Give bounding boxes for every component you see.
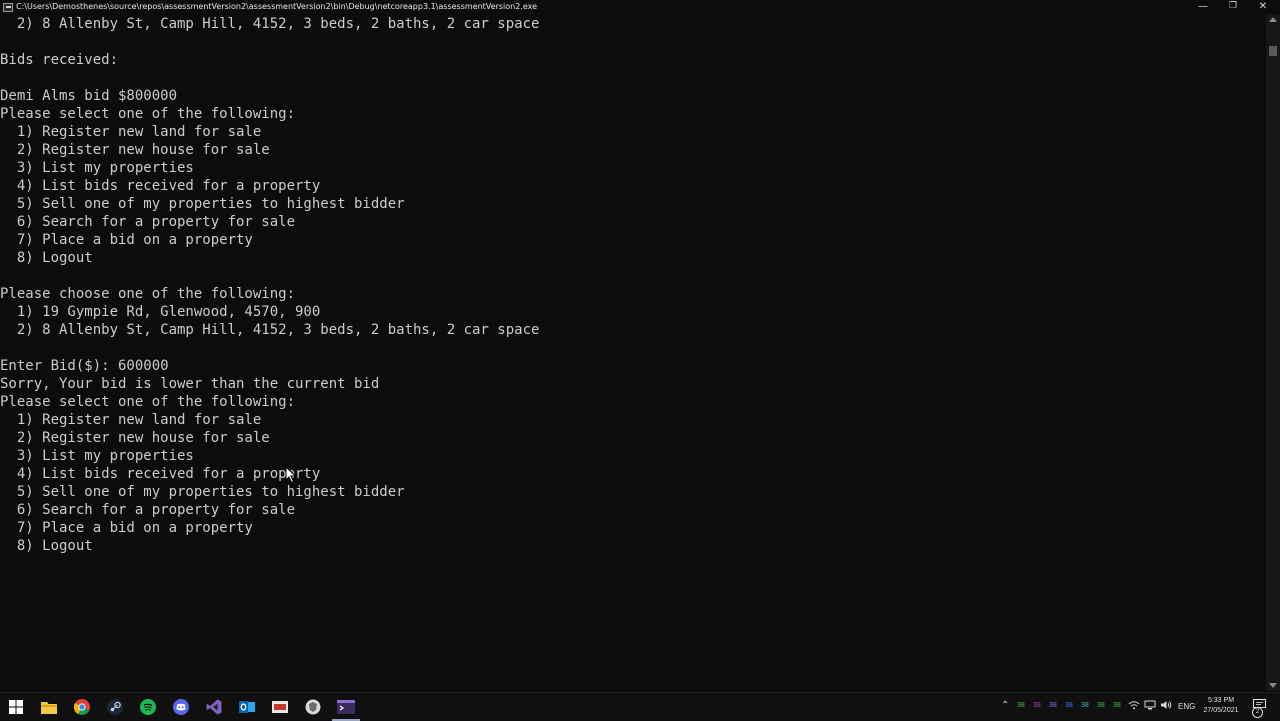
console-app-icon	[3, 2, 13, 12]
vertical-scrollbar[interactable]	[1266, 15, 1280, 691]
visual-studio-icon[interactable]	[204, 697, 224, 717]
console-line: Please select one of the following:	[0, 106, 296, 122]
console-line: 3) List my properties	[0, 448, 194, 464]
console-line: Please choose one of the following:	[0, 286, 296, 302]
maximize-button[interactable]: ❐	[1218, 0, 1248, 14]
console-line: Demi Alms bid $800000	[0, 88, 178, 104]
console-line: 1) Register new land for sale	[0, 124, 262, 140]
scrollbar-thumb[interactable]	[1269, 46, 1277, 56]
tray-counter-5[interactable]: 38	[1081, 702, 1089, 709]
network-icon[interactable]	[1144, 700, 1156, 714]
console-line: 8) Logout	[0, 250, 93, 266]
input-language[interactable]: ENG	[1178, 702, 1195, 711]
console-line: Enter Bid($): 600000	[0, 358, 169, 374]
terminal-app-icon[interactable]	[332, 697, 360, 721]
console-line: Bids received:	[0, 52, 119, 68]
minimize-button[interactable]: —	[1188, 0, 1218, 14]
volume-icon[interactable]	[1160, 700, 1172, 714]
console-line: Sorry, Your bid is lower than the curren…	[0, 376, 380, 392]
discord-icon[interactable]	[171, 697, 191, 717]
scroll-up-arrow-icon[interactable]	[1269, 17, 1277, 22]
console-line: 8) Logout	[0, 538, 93, 554]
console-line: 2) Register new house for sale	[0, 430, 270, 446]
window-title: C:\Users\Demosthenes\source\repos\assess…	[16, 2, 538, 11]
spotify-icon[interactable]	[138, 697, 158, 717]
console-line: 5) Sell one of my properties to highest …	[0, 196, 405, 212]
console-line: 1) 19 Gympie Rd, Glenwood, 4570, 900	[0, 304, 321, 320]
chrome-icon[interactable]	[72, 697, 92, 717]
tray-overflow-chevron-icon[interactable]: ⌃	[1001, 700, 1009, 712]
console-line: 7) Place a bid on a property	[0, 232, 253, 248]
wifi-icon[interactable]	[1128, 700, 1140, 714]
console-text: 2) 8 Allenby St, Camp Hill, 4152, 3 beds…	[0, 15, 1266, 555]
tray-counter-3[interactable]: 38	[1049, 702, 1057, 709]
console-line: 2) 8 Allenby St, Camp Hill, 4152, 3 beds…	[0, 322, 540, 338]
windows-start-icon[interactable]	[6, 697, 26, 717]
clock-time[interactable]: 5:33 PM	[1198, 696, 1244, 706]
console-line: 6) Search for a property for sale	[0, 502, 296, 518]
console-line: 7) Place a bid on a property	[0, 520, 253, 536]
notification-count-badge: 2	[1252, 707, 1263, 718]
tray-counter-2[interactable]: 38	[1033, 702, 1041, 709]
steam-icon[interactable]	[105, 697, 125, 717]
console-line: 4) List bids received for a property	[0, 178, 321, 194]
security-app-icon[interactable]	[303, 697, 323, 717]
console-line: 3) List my properties	[0, 160, 194, 176]
console-line: 4) List bids received for a property	[0, 466, 321, 482]
console-line: Please select one of the following:	[0, 394, 296, 410]
close-button[interactable]: ✕	[1248, 0, 1278, 14]
window-titlebar: C:\Users\Demosthenes\source\repos\assess…	[0, 0, 1280, 14]
mobile-app-icon[interactable]	[270, 697, 290, 717]
file-explorer-icon[interactable]	[39, 697, 59, 717]
clock-date[interactable]: 27/05/2021	[1198, 706, 1244, 716]
mouse-pointer-icon	[285, 466, 297, 484]
console-line: 5) Sell one of my properties to highest …	[0, 484, 405, 500]
console-output[interactable]: 2) 8 Allenby St, Camp Hill, 4152, 3 beds…	[0, 15, 1266, 691]
outlook-icon[interactable]	[237, 697, 257, 717]
console-line: 2) 8 Allenby St, Camp Hill, 4152, 3 beds…	[0, 16, 540, 32]
tray-counter-1[interactable]: 38	[1017, 702, 1025, 709]
scroll-down-arrow-icon[interactable]	[1269, 683, 1277, 688]
console-line: 2) Register new house for sale	[0, 142, 270, 158]
taskbar: ⌃ 38 38 38 38 38 38 38 ENG 5:33 PM 27/05…	[0, 692, 1280, 721]
tray-counter-6[interactable]: 38	[1097, 702, 1105, 709]
console-line: 6) Search for a property for sale	[0, 214, 296, 230]
tray-counter-7[interactable]: 38	[1113, 702, 1121, 709]
tray-counter-4[interactable]: 38	[1065, 702, 1073, 709]
console-line: 1) Register new land for sale	[0, 412, 262, 428]
